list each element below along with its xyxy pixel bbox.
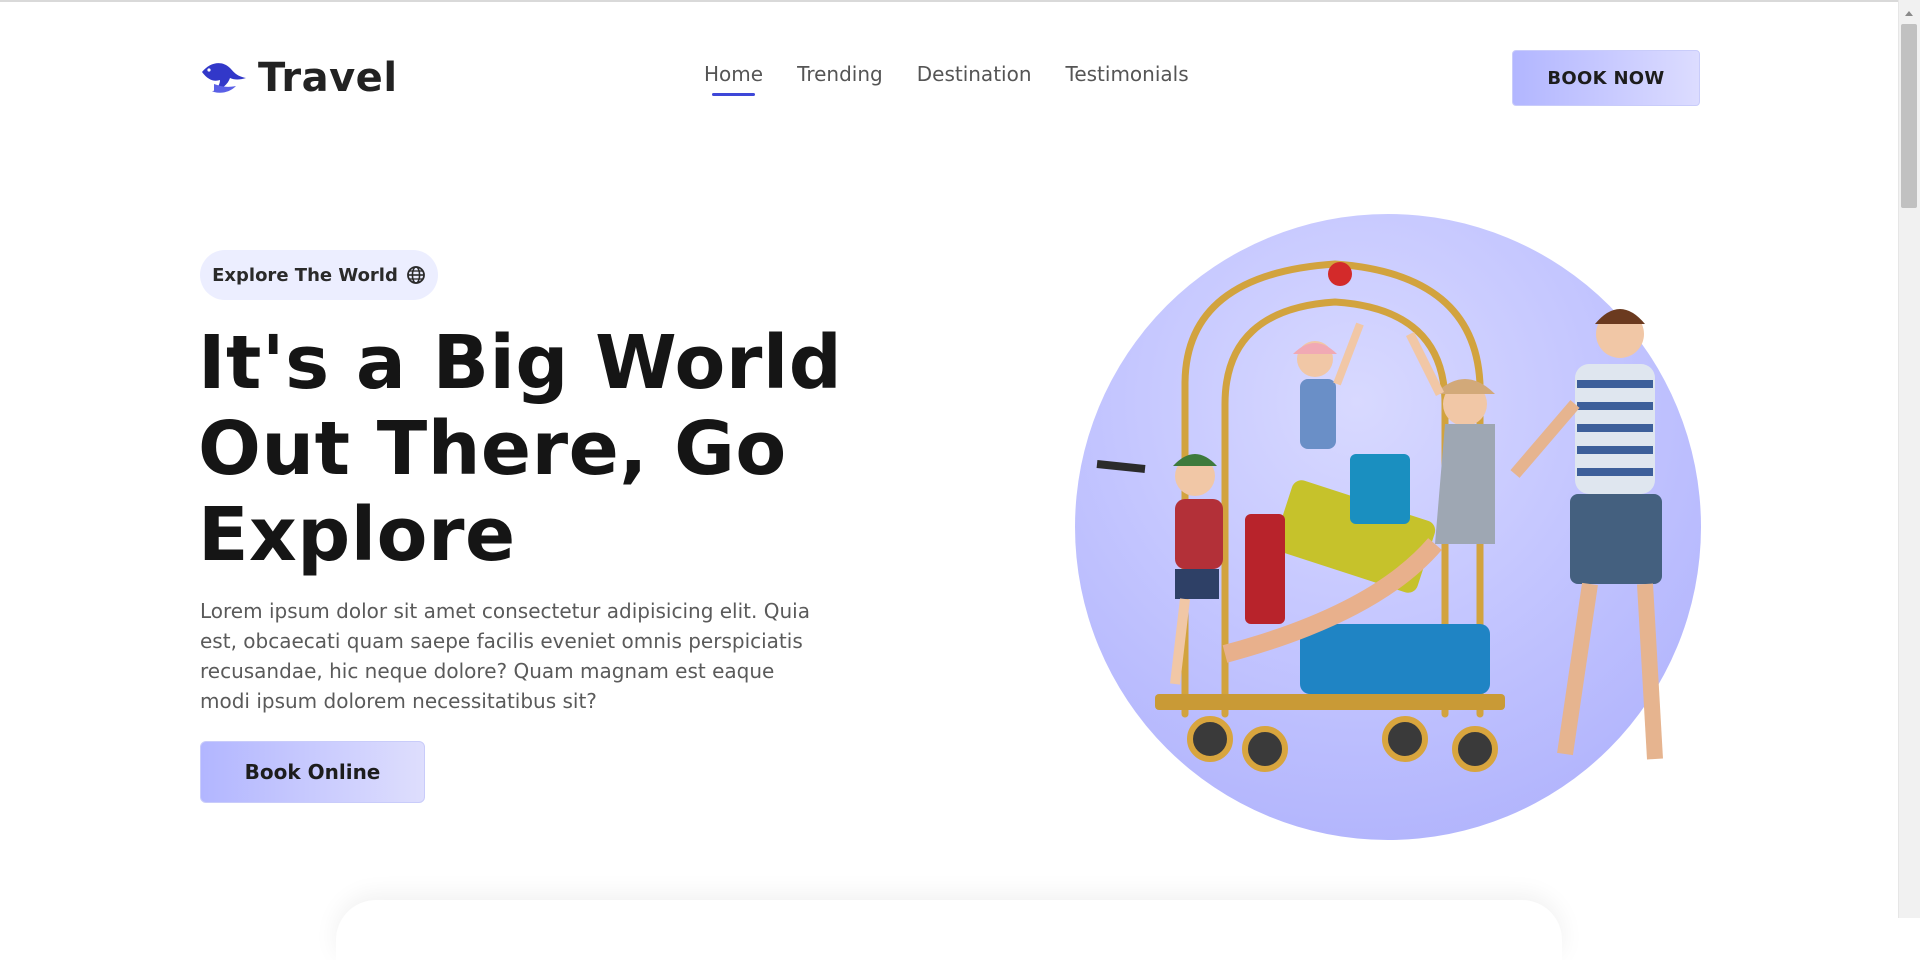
boy-figure xyxy=(1096,454,1223,685)
explore-badge: Explore The World xyxy=(200,250,438,300)
trolley-wheels xyxy=(1187,716,1498,772)
nav-link-home[interactable]: Home xyxy=(704,62,763,96)
family-travel-illustration xyxy=(1096,260,1663,772)
girl-figure xyxy=(1293,322,1364,449)
scrollbar-thumb[interactable] xyxy=(1901,24,1917,208)
headline-line-1: It's a Big World xyxy=(198,320,843,406)
browser-top-border xyxy=(0,0,1898,4)
bird-logo-icon xyxy=(202,63,246,93)
nav-link-testimonials[interactable]: Testimonials xyxy=(1066,62,1189,96)
blue-suitcase xyxy=(1300,624,1490,694)
nav-link-destination[interactable]: Destination xyxy=(917,62,1032,96)
logo[interactable]: Travel xyxy=(200,55,398,101)
brand-name: Travel xyxy=(258,55,398,101)
hero-description: Lorem ipsum dolor sit amet consectetur a… xyxy=(200,599,810,713)
trolley-top-knob xyxy=(1328,262,1352,286)
man-figure xyxy=(1510,309,1663,760)
headline-line-2: Out There, Go xyxy=(198,406,787,492)
page-scrollbar[interactable] xyxy=(1898,0,1920,918)
trolley-base xyxy=(1155,694,1505,710)
red-suitcase xyxy=(1245,514,1285,624)
site-header: Travel Home Trending Destination Testimo… xyxy=(200,50,1700,106)
explore-badge-label: Explore The World xyxy=(212,264,398,286)
book-online-button[interactable]: Book Online xyxy=(200,741,425,803)
book-now-button[interactable]: BOOK NOW xyxy=(1512,50,1700,106)
hero-headline: It's a Big World Out There, Go Explore xyxy=(198,320,848,578)
nav-link-trending[interactable]: Trending xyxy=(797,62,883,96)
scroll-up-arrow-icon[interactable] xyxy=(1898,4,1920,22)
main-nav: Home Trending Destination Testimonials xyxy=(704,62,1189,96)
headline-line-3: Explore xyxy=(198,492,516,578)
globe-icon xyxy=(406,266,425,284)
section-card-top xyxy=(336,900,1562,960)
teal-suitcase xyxy=(1350,454,1410,524)
